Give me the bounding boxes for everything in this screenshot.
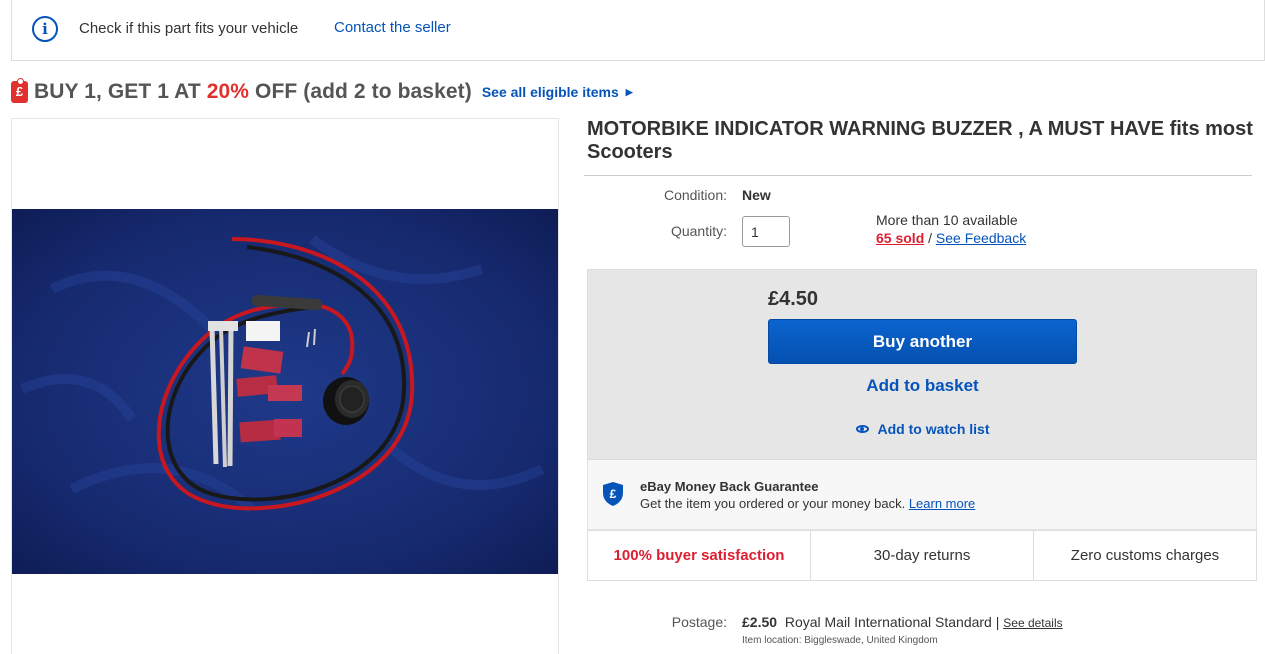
buy-box: £4.50 Buy another Add to basket Add to w…: [587, 269, 1257, 460]
availability-text: More than 10 available: [876, 212, 1018, 228]
sold-feedback-line: 65 sold / See Feedback: [876, 230, 1026, 246]
quantity-input[interactable]: [742, 216, 790, 247]
info-icon: i: [32, 16, 58, 42]
money-back-guarantee: £ eBay Money Back Guarantee Get the item…: [587, 460, 1257, 530]
promo-banner: £ BUY 1, GET 1 AT 20% OFF (add 2 to bask…: [11, 78, 633, 106]
item-title: MOTORBIKE INDICATOR WARNING BUZZER , A M…: [587, 118, 1253, 163]
see-eligible-items-label: See all eligible items: [481, 84, 619, 100]
condition-value: New: [742, 187, 771, 203]
eye-icon: [855, 425, 869, 434]
guarantee-text: Get the item you ordered or your money b…: [640, 496, 975, 511]
postage-label: Postage:: [671, 614, 727, 630]
divider: [584, 175, 1252, 176]
guarantee-description: Get the item you ordered or your money b…: [640, 496, 906, 511]
item-price: £4.50: [768, 288, 819, 310]
badge-returns: 30-day returns: [811, 531, 1034, 580]
buy-another-button[interactable]: Buy another: [768, 319, 1077, 364]
item-location: Item location: Biggleswade, United Kingd…: [742, 635, 938, 646]
badge-buyer-satisfaction: 100% buyer satisfaction: [588, 531, 811, 580]
see-details-link[interactable]: See details: [1003, 616, 1062, 630]
watch-label: Add to watch list: [877, 421, 990, 437]
price-tag-icon: £: [11, 78, 28, 103]
promo-percent: 20%: [206, 80, 250, 103]
see-feedback-link[interactable]: See Feedback: [936, 230, 1026, 246]
separator: /: [928, 230, 933, 246]
triangle-right-icon: ▶: [625, 86, 633, 97]
postage-separator: |: [995, 614, 1000, 630]
trust-badges: 100% buyer satisfaction 30-day returns Z…: [587, 530, 1257, 581]
add-to-basket-button[interactable]: Add to basket: [768, 376, 1077, 396]
sold-count-link[interactable]: 65 sold: [876, 230, 924, 246]
postage-info: £2.50 Royal Mail International Standard …: [742, 614, 1063, 630]
fitment-text: Check if this part fits your vehicle: [79, 20, 299, 37]
contact-seller-link[interactable]: Contact the seller: [334, 19, 451, 36]
promo-title: BUY 1, GET 1 AT 20% OFF (add 2 to basket…: [34, 80, 472, 104]
promo-title-end: OFF (add 2 to basket): [249, 80, 472, 103]
fitment-bar: i Check if this part fits your vehicle C…: [11, 0, 1265, 61]
guarantee-title: eBay Money Back Guarantee: [640, 479, 819, 494]
shield-icon: £: [603, 482, 623, 506]
postage-service: Royal Mail International Standard: [784, 614, 992, 630]
badge-customs: Zero customs charges: [1070, 547, 1220, 564]
product-photo[interactable]: [12, 209, 558, 574]
shield-glyph: £: [610, 487, 617, 501]
learn-more-link[interactable]: Learn more: [909, 496, 975, 511]
add-to-watch-list-link[interactable]: Add to watch list: [768, 421, 1077, 437]
postage-cost: £2.50: [742, 614, 778, 630]
condition-label: Condition:: [663, 187, 727, 203]
see-eligible-items-link[interactable]: See all eligible items ▶: [482, 84, 633, 100]
image-gallery: [11, 118, 559, 654]
promo-title-start: BUY 1, GET 1 AT: [34, 80, 207, 103]
quantity-label: Quantity:: [670, 223, 727, 239]
